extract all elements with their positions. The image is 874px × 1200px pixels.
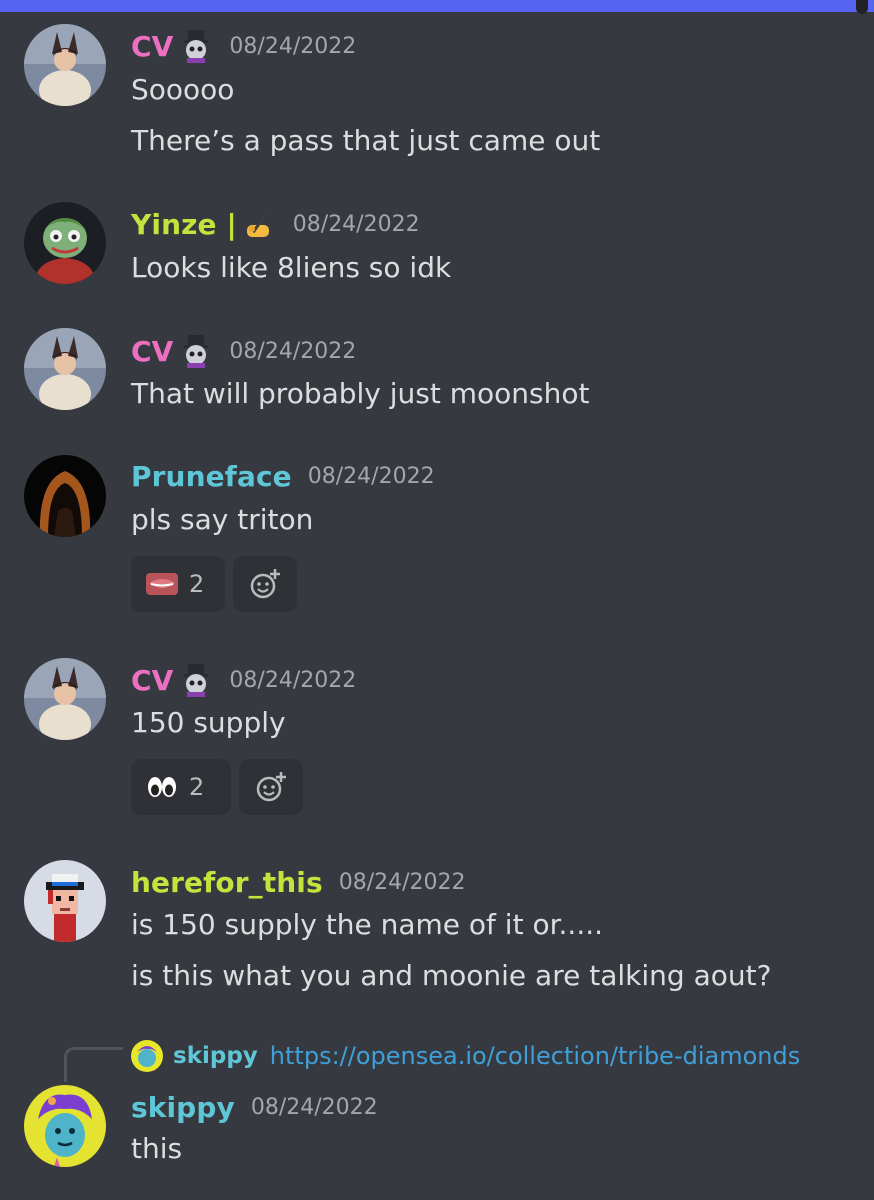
avatar[interactable] xyxy=(24,24,106,106)
eyes-emoji-icon xyxy=(145,770,179,804)
message-text: is 150 supply the name of it or..... xyxy=(131,908,604,941)
top-accent-bar xyxy=(0,0,874,12)
reply-connector xyxy=(64,1047,123,1082)
avatar[interactable] xyxy=(24,202,106,284)
skull-top-hat-badge-icon xyxy=(179,663,213,697)
avatar[interactable] xyxy=(24,328,106,410)
reply-preview[interactable]: skippy https://opensea.io/collection/tri… xyxy=(131,1040,800,1072)
message-header: CV 08/24/2022 xyxy=(131,663,356,697)
avatar[interactable] xyxy=(24,860,106,942)
message-header: skippy 08/24/2022 xyxy=(131,1091,378,1124)
timestamp: 08/24/2022 xyxy=(292,211,420,237)
username[interactable]: CV xyxy=(131,664,173,697)
username[interactable]: CV xyxy=(131,335,173,368)
message-header: Pruneface 08/24/2022 xyxy=(131,460,435,493)
reaction-button[interactable]: 2 xyxy=(131,556,225,612)
username[interactable]: CV xyxy=(131,30,173,63)
skull-top-hat-badge-icon xyxy=(179,29,213,63)
timestamp: 08/24/2022 xyxy=(338,870,466,895)
message-text: is this what you and moonie are talking … xyxy=(131,959,772,992)
timestamp: 08/24/2022 xyxy=(229,667,357,693)
reaction-button[interactable]: 2 xyxy=(131,759,231,815)
timestamp: 08/24/2022 xyxy=(307,464,435,489)
timestamp: 08/24/2022 xyxy=(250,1095,378,1120)
avatar[interactable] xyxy=(24,455,106,537)
message-text: Looks like 8liens so idk xyxy=(131,251,452,284)
message-header: CV 08/24/2022 xyxy=(131,29,356,63)
lips-emoji-icon xyxy=(145,567,179,601)
reply-avatar[interactable] xyxy=(131,1040,163,1072)
writing-hand-emoji-icon xyxy=(243,207,277,241)
message-header: CV 08/24/2022 xyxy=(131,334,356,368)
message-text: Sooooo xyxy=(131,73,235,106)
username[interactable]: Yinze | xyxy=(131,208,237,241)
message-header: Yinze | 08/24/2022 xyxy=(131,207,420,241)
skull-top-hat-badge-icon xyxy=(179,334,213,368)
timestamp: 08/24/2022 xyxy=(229,33,357,59)
avatar[interactable] xyxy=(24,1085,106,1167)
timestamp: 08/24/2022 xyxy=(229,338,357,364)
reaction-count: 2 xyxy=(189,570,205,598)
add-reaction-icon xyxy=(256,772,286,802)
message-text: 150 supply xyxy=(131,706,286,739)
add-reaction-icon xyxy=(250,569,280,599)
message-header: herefor_this 08/24/2022 xyxy=(131,866,466,899)
add-reaction-button[interactable] xyxy=(233,556,297,612)
scrollbar-thumb[interactable] xyxy=(856,0,868,14)
username[interactable]: skippy xyxy=(131,1091,235,1124)
reply-link[interactable]: https://opensea.io/collection/tribe-diam… xyxy=(270,1042,800,1070)
message-text: There’s a pass that just came out xyxy=(131,124,601,157)
message-text: pls say triton xyxy=(131,503,314,536)
username[interactable]: herefor_this xyxy=(131,866,323,899)
avatar[interactable] xyxy=(24,658,106,740)
scrollbar[interactable] xyxy=(856,0,868,1200)
reply-username[interactable]: skippy xyxy=(173,1043,258,1069)
username[interactable]: Pruneface xyxy=(131,460,292,493)
add-reaction-button[interactable] xyxy=(239,759,303,815)
message-text: this xyxy=(131,1132,183,1165)
reaction-count: 2 xyxy=(189,773,205,801)
message-text: That will probably just moonshot xyxy=(131,377,590,410)
